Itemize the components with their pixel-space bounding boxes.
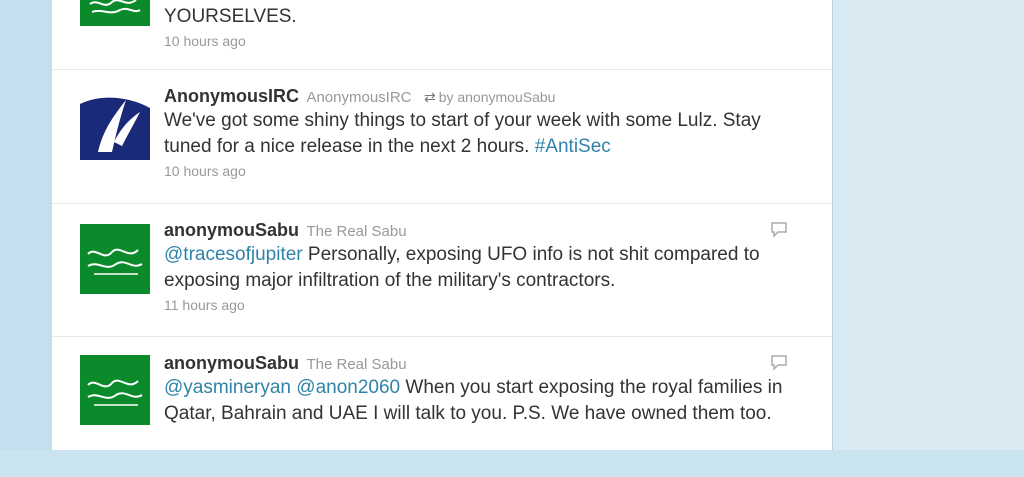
tweet-text: YOURSELVES. xyxy=(164,6,297,27)
tweet-item[interactable]: AnonymousIRC AnonymousIRC ⇄ by anonymouSa… xyxy=(52,70,832,204)
tweet-header: anonymouSabu The Real Sabu xyxy=(164,353,792,375)
mention-link[interactable]: @anon2060 xyxy=(296,377,400,398)
tweet-header: AnonymousIRC AnonymousIRC ⇄ by anonymouSa… xyxy=(164,86,792,108)
screen-name[interactable]: anonymouSabu xyxy=(164,353,299,373)
flag-avatar-icon xyxy=(80,0,150,26)
mention-link[interactable]: @tracesofjupiter xyxy=(164,244,303,265)
full-name[interactable]: The Real Sabu xyxy=(306,356,406,373)
anonymous-logo-icon xyxy=(80,90,150,160)
tweet-text: @tracesofjupiter Personally, exposing UF… xyxy=(164,244,760,291)
tweet-header: anonymouSabu The Real Sabu xyxy=(164,220,792,242)
tweet-timestamp[interactable]: 11 hours ago xyxy=(164,296,792,314)
tweet-item[interactable]: anonymouSabu The Real Sabu @tracesofjupi… xyxy=(52,204,832,337)
page-background-right xyxy=(832,0,1024,450)
full-name[interactable]: AnonymousIRC xyxy=(306,89,411,106)
flag-avatar-icon xyxy=(80,224,150,294)
avatar[interactable] xyxy=(80,0,150,26)
retweeted-by[interactable]: by anonymouSabu xyxy=(439,89,556,105)
flag-avatar-icon xyxy=(80,355,150,425)
tweet-item[interactable]: YOURSELVES. 10 hours ago xyxy=(52,0,832,70)
page-background-left xyxy=(0,0,52,450)
tweet-text: We've got some shiny things to start of … xyxy=(164,110,761,157)
retweet-attribution: ⇄ by anonymouSabu xyxy=(424,89,556,105)
tweet-timestamp[interactable]: 10 hours ago xyxy=(164,32,792,50)
avatar[interactable] xyxy=(80,224,150,294)
screen-name[interactable]: AnonymousIRC xyxy=(164,86,299,106)
hashtag-link[interactable]: #AntiSec xyxy=(535,136,611,157)
tweet-text: @yasmineryan @anon2060 When you start ex… xyxy=(164,377,783,424)
timeline[interactable]: YOURSELVES. 10 hours ago AnonymousIRC An… xyxy=(52,0,833,450)
mention-link[interactable]: @yasmineryan xyxy=(164,377,291,398)
tweet-timestamp[interactable]: 10 hours ago xyxy=(164,162,792,180)
screen-name[interactable]: anonymouSabu xyxy=(164,220,299,240)
tweet-item[interactable]: anonymouSabu The Real Sabu @yasmineryan … xyxy=(52,337,832,477)
full-name[interactable]: The Real Sabu xyxy=(306,223,406,240)
avatar[interactable] xyxy=(80,90,150,160)
retweet-icon: ⇄ xyxy=(423,89,436,105)
avatar[interactable] xyxy=(80,355,150,425)
